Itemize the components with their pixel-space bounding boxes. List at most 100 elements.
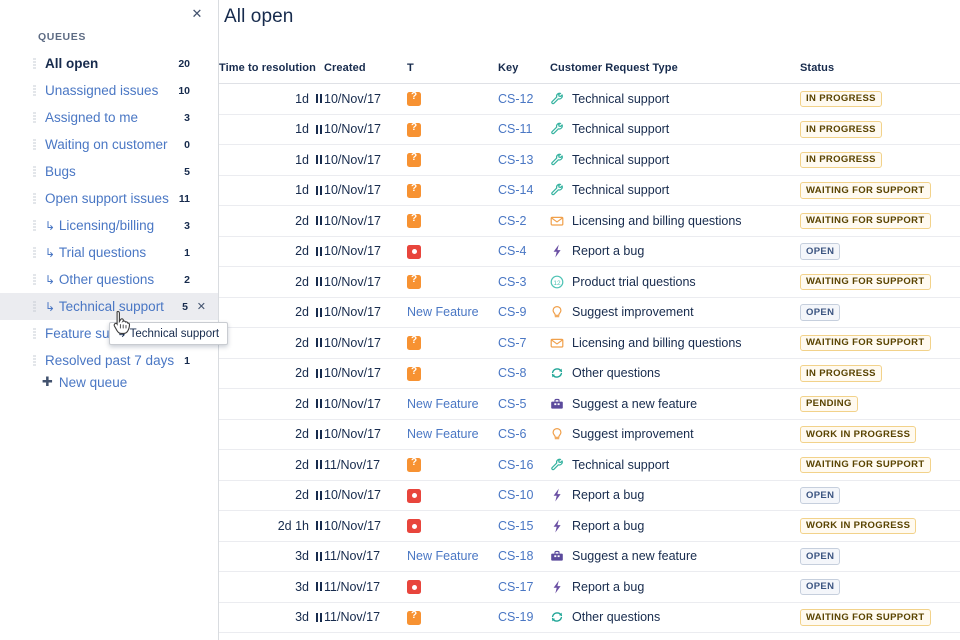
issue-key-link[interactable]: CS-5	[498, 397, 526, 411]
sidebar-item-label: Waiting on customer	[45, 137, 168, 152]
issue-key-link[interactable]: CS-4	[498, 244, 526, 258]
cell-status: OPEN	[800, 297, 960, 328]
table-row[interactable]: 2d10/Nov/17New FeatureCS-9Suggest improv…	[219, 297, 960, 328]
issue-type-label: New Feature	[407, 305, 479, 319]
close-icon[interactable]: ✕	[188, 6, 206, 24]
remove-queue-icon[interactable]: ✕	[197, 300, 206, 313]
drag-handle-icon[interactable]	[33, 328, 36, 339]
table-row[interactable]: 2d10/Nov/17CS-4Report a bugOPEN	[219, 236, 960, 267]
table-row[interactable]: 1d10/Nov/17CS-11Technical supportIN PROG…	[219, 114, 960, 145]
issue-key-link[interactable]: CS-6	[498, 427, 526, 441]
sidebar-item-count: 1	[184, 247, 190, 259]
cell-created: 10/Nov/17	[324, 511, 407, 542]
cell-issue-type: New Feature	[407, 419, 498, 450]
cell-customer-request-type: Report a bug	[550, 572, 800, 603]
sidebar-item-unassigned-issues[interactable]: Unassigned issues10	[0, 77, 218, 104]
table-row[interactable]: 2d 1h10/Nov/17CS-15Report a bugWORK IN P…	[219, 511, 960, 542]
sidebar-item-label: Bugs	[45, 164, 76, 179]
customer-request-type-label: Technical support	[572, 92, 669, 106]
table-row[interactable]: 1d10/Nov/17CS-12Technical supportIN PROG…	[219, 84, 960, 115]
cell-status: OPEN	[800, 480, 960, 511]
table-row[interactable]: 2d10/Nov/17CS-7Licensing and billing que…	[219, 328, 960, 359]
sidebar-item-waiting-on-customer[interactable]: Waiting on customer0	[0, 131, 218, 158]
issue-key-link[interactable]: CS-19	[498, 610, 533, 624]
wrench-icon	[550, 122, 564, 136]
table-row[interactable]: 1d10/Nov/17CS-13Technical supportIN PROG…	[219, 145, 960, 176]
cell-status: OPEN	[800, 236, 960, 267]
table-row[interactable]: 2d10/Nov/17CS-10Report a bugOPEN	[219, 480, 960, 511]
drag-handle-icon[interactable]	[33, 220, 36, 231]
table-row[interactable]: 2d11/Nov/17CS-16Technical supportWAITING…	[219, 450, 960, 481]
sidebar-item-assigned-to-me[interactable]: Assigned to me3	[0, 104, 218, 131]
pause-icon	[316, 277, 324, 286]
cell-issue-type	[407, 358, 498, 389]
issue-key-link[interactable]: CS-11	[498, 122, 533, 136]
column-header-type[interactable]: T	[407, 62, 498, 84]
drag-handle-icon[interactable]	[33, 85, 36, 96]
trial-icon: 12	[550, 275, 564, 289]
sidebar-item-licensing-billing[interactable]: ↳ Licensing/billing3	[0, 212, 218, 239]
cell-created: 10/Nov/17	[324, 267, 407, 298]
queue-tooltip: ↳ Technical support	[109, 322, 228, 345]
table-row[interactable]: 2d10/Nov/17CS-8Other questionsIN PROGRES…	[219, 358, 960, 389]
drag-handle-icon[interactable]	[33, 58, 36, 69]
column-header-status[interactable]: Status	[800, 62, 960, 84]
customer-request-type-label: Suggest a new feature	[572, 397, 697, 411]
issue-key-link[interactable]: CS-18	[498, 549, 533, 563]
issue-key-link[interactable]: CS-14	[498, 183, 533, 197]
table-row[interactable]: 2d10/Nov/17CS-2Licensing and billing que…	[219, 206, 960, 237]
issue-key-link[interactable]: CS-7	[498, 336, 526, 350]
sidebar-item-open-support-issues[interactable]: Open support issues11	[0, 185, 218, 212]
cell-customer-request-type: Technical support	[550, 84, 800, 115]
sidebar-item-all-open[interactable]: All open20	[0, 50, 218, 77]
pause-icon	[316, 338, 324, 347]
status-badge: WORK IN PROGRESS	[800, 426, 916, 442]
drag-handle-icon[interactable]	[33, 112, 36, 123]
issue-key-link[interactable]: CS-13	[498, 153, 533, 167]
issue-key-link[interactable]: CS-9	[498, 305, 526, 319]
issue-key-link[interactable]: CS-16	[498, 458, 533, 472]
table-row[interactable]: 1d10/Nov/17CS-14Technical supportWAITING…	[219, 175, 960, 206]
new-queue-button[interactable]: ✚ New queue	[42, 375, 127, 390]
issue-key-link[interactable]: CS-3	[498, 275, 526, 289]
sidebar-item-technical-support[interactable]: ↳ Technical support5✕	[0, 293, 218, 320]
table-row[interactable]: 3d11/Nov/17New FeatureCS-18Suggest a new…	[219, 541, 960, 572]
cell-created: 10/Nov/17	[324, 145, 407, 176]
sidebar-item-other-questions[interactable]: ↳ Other questions2	[0, 266, 218, 293]
cell-time-to-resolution: 1d	[219, 175, 324, 206]
table-row[interactable]: 3d11/Nov/17CS-19Other questionsWAITING F…	[219, 602, 960, 633]
sidebar-item-trial-questions[interactable]: ↳ Trial questions1	[0, 239, 218, 266]
sidebar-item-resolved-past-7-days[interactable]: Resolved past 7 days1	[0, 347, 218, 374]
issue-key-link[interactable]: CS-15	[498, 519, 533, 533]
issue-key-link[interactable]: CS-17	[498, 580, 533, 594]
issue-key-link[interactable]: CS-12	[498, 92, 533, 106]
table-row[interactable]: 2d10/Nov/17New FeatureCS-6Suggest improv…	[219, 419, 960, 450]
column-header-key[interactable]: Key	[498, 62, 550, 84]
drag-handle-icon[interactable]	[33, 355, 36, 366]
cell-key: CS-18	[498, 541, 550, 572]
toolbox-icon	[550, 549, 564, 563]
drag-handle-icon[interactable]	[33, 139, 36, 150]
drag-handle-icon[interactable]	[33, 274, 36, 285]
pause-icon	[316, 308, 324, 317]
drag-handle-icon[interactable]	[33, 193, 36, 204]
issue-key-link[interactable]: CS-8	[498, 366, 526, 380]
cell-time-to-resolution: 2d	[219, 236, 324, 267]
issue-key-link[interactable]: CS-2	[498, 214, 526, 228]
column-header-created[interactable]: Created	[324, 62, 407, 84]
cell-created: 10/Nov/17	[324, 236, 407, 267]
drag-handle-icon[interactable]	[33, 247, 36, 258]
sidebar-item-bugs[interactable]: Bugs5	[0, 158, 218, 185]
time-to-resolution-value: 1d	[295, 153, 309, 167]
column-header-customer-request-type[interactable]: Customer Request Type	[550, 62, 800, 84]
svg-text:12: 12	[553, 280, 561, 287]
issue-type-label: New Feature	[407, 397, 479, 411]
table-row[interactable]: 2d10/Nov/17New FeatureCS-5Suggest a new …	[219, 389, 960, 420]
issue-key-link[interactable]: CS-10	[498, 488, 533, 502]
column-header-time-to-resolution[interactable]: Time to resolution	[219, 62, 324, 84]
drag-handle-icon[interactable]	[33, 166, 36, 177]
drag-handle-icon[interactable]	[33, 301, 36, 312]
table-row[interactable]: 3d11/Nov/17CS-20Licensing and billing qu…	[219, 633, 960, 640]
table-row[interactable]: 3d11/Nov/17CS-17Report a bugOPEN	[219, 572, 960, 603]
table-row[interactable]: 2d10/Nov/17CS-312Product trial questions…	[219, 267, 960, 298]
